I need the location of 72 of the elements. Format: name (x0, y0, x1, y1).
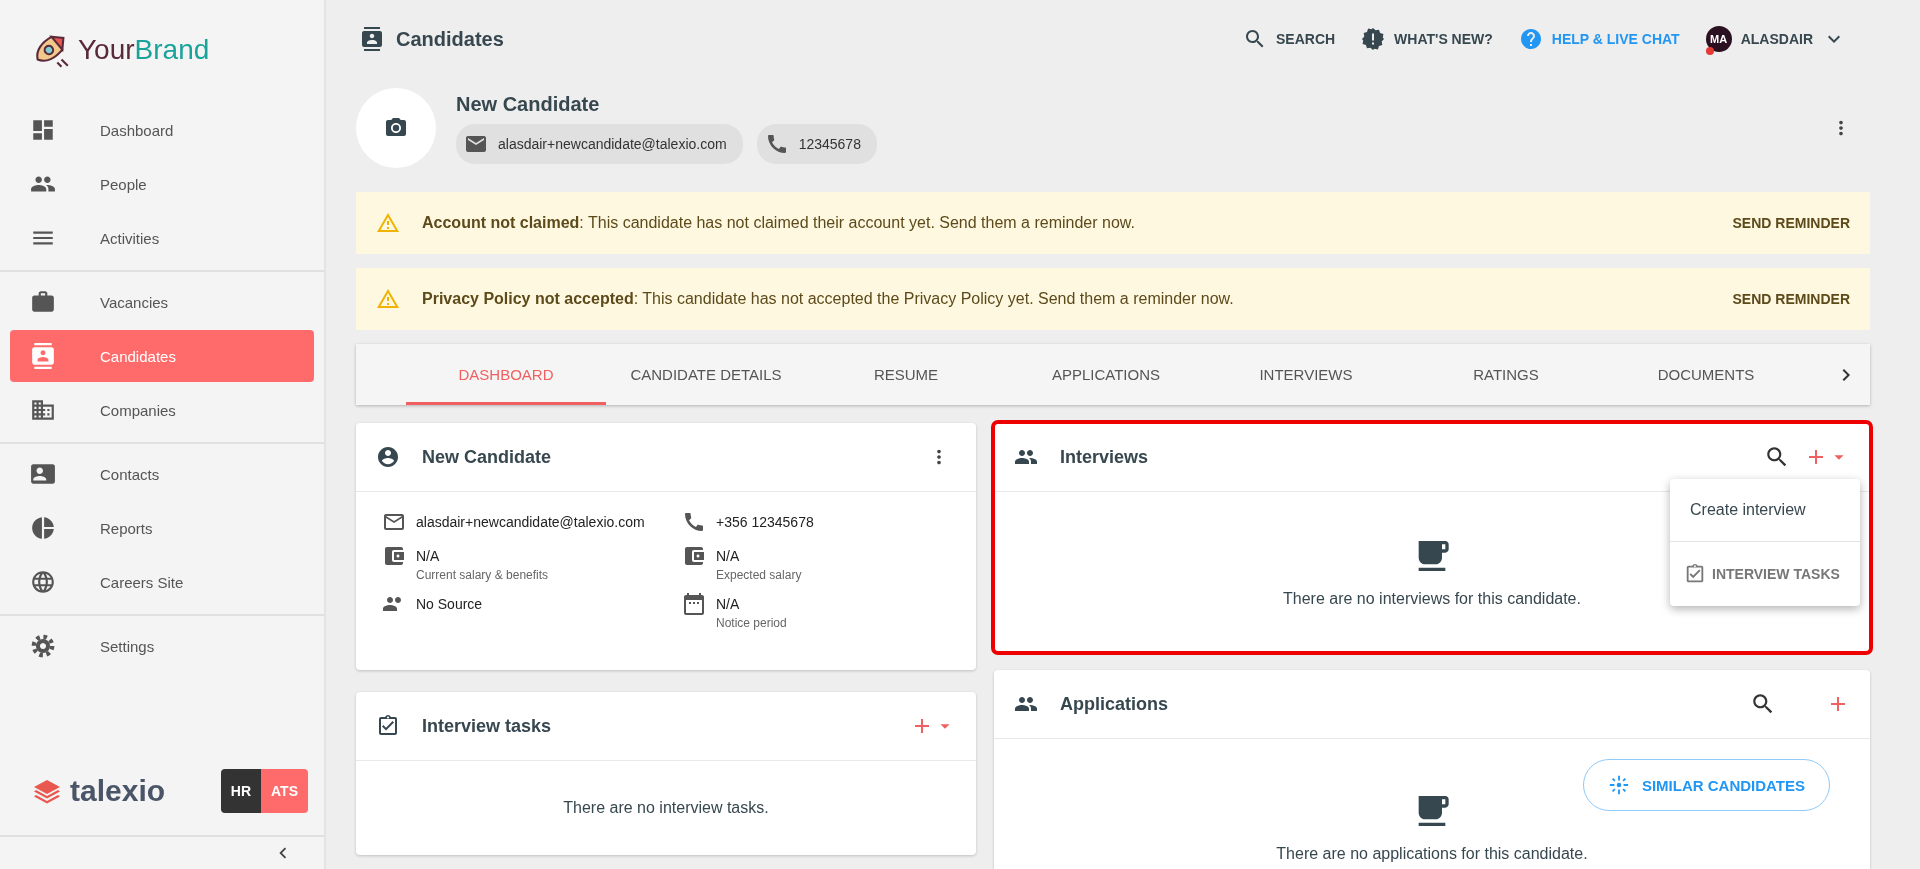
warning-message: Privacy Policy not accepted: This candidate has not accepted the Privacy Policy yet. Send them a reminder now. (422, 290, 1235, 308)
tab[interactable]: RESUME (806, 344, 1006, 405)
detail-value: No Source (416, 595, 483, 614)
detail-caption: Current salary & benefits (416, 568, 549, 582)
menu-item[interactable]: Create interview (1670, 479, 1860, 541)
warning-message: Account not claimed: This candidate has not claimed their account yet. Send them a reminder now. (422, 214, 1136, 232)
wallet-icon (682, 544, 706, 568)
contact-card-icon (30, 461, 56, 487)
header-link[interactable]: WHAT'S NEW? (1361, 27, 1493, 51)
menu-item[interactable]: INTERVIEW TASKS (1670, 542, 1860, 606)
user-menu[interactable]: MA ALASDAIR (1705, 26, 1846, 52)
card-title: Interviews (1060, 446, 1150, 468)
empty-message: There are no applications for this candidate. (1276, 844, 1588, 863)
help-icon (1518, 27, 1543, 51)
header-link[interactable]: SEARCH (1243, 27, 1336, 51)
detail-value: alasdair+newcandidate@talexio.com (416, 513, 645, 532)
layers-logo-icon (32, 777, 62, 805)
sidebar-item[interactable]: Contacts (10, 448, 314, 500)
candidate-name: New Candidate (456, 92, 601, 116)
pie-chart-icon (30, 515, 56, 541)
sidebar-item[interactable]: Reports (10, 502, 314, 554)
briefcase-icon (30, 289, 56, 315)
send-reminder-button[interactable]: SEND REMINDER (1732, 291, 1850, 307)
detail-value: N/A (716, 547, 741, 566)
sparkle-icon (1607, 774, 1630, 796)
card-title: New Candidate (422, 446, 553, 468)
warning-icon (376, 211, 400, 235)
card-title: Applications (1060, 693, 1169, 715)
account-icon (376, 445, 400, 469)
detail-value: N/A (716, 595, 741, 614)
phone-chip[interactable]: 12345678 (756, 123, 877, 164)
empty-message: There are no interview tasks. (563, 799, 769, 817)
sidebar-item[interactable]: Companies (10, 384, 314, 436)
dashboard-icon (30, 117, 56, 143)
brand-name-second: Brand (134, 34, 210, 66)
card-title: Interview tasks (422, 715, 553, 737)
tab[interactable]: INTERVIEWS (1206, 344, 1406, 405)
detail-value: +356 12345678 (716, 513, 814, 532)
contact-card-icon (360, 27, 384, 51)
contact-card-icon (30, 343, 56, 369)
calendar-icon (682, 592, 706, 616)
brand-name-first: Your (78, 34, 135, 66)
sidebar-item[interactable]: Settings (10, 620, 314, 672)
tab[interactable]: RATINGS (1406, 344, 1606, 405)
send-reminder-button[interactable]: SEND REMINDER (1732, 215, 1850, 231)
sidebar-item[interactable]: Activities (10, 212, 314, 264)
clipboard-check-icon (1684, 563, 1706, 585)
sidebar-item[interactable]: Dashboard (10, 104, 314, 156)
mode-toggle[interactable]: HR (220, 769, 262, 813)
email-chip[interactable]: alasdair+newcandidate@talexio.com (456, 123, 743, 164)
badge-alert-icon (1361, 27, 1386, 51)
empty-message: There are no interviews for this candidate. (1283, 590, 1581, 608)
status-dot-icon (1705, 47, 1714, 55)
avatar-initials: MA (1705, 26, 1732, 52)
product-logo-text: talexio (70, 774, 166, 808)
tab[interactable]: APPLICATIONS (1006, 344, 1206, 405)
wallet-icon (382, 544, 406, 568)
detail-caption: Expected salary (716, 568, 802, 582)
sidebar-item[interactable]: People (10, 158, 314, 210)
warning-icon (376, 287, 400, 311)
tab[interactable]: DOCUMENTS (1606, 344, 1806, 405)
sidebar-item[interactable]: Careers Site (10, 556, 314, 608)
clipboard-check-icon (376, 714, 400, 738)
tab[interactable]: CANDIDATE DETAILS (606, 344, 806, 405)
sidebar-item[interactable]: Vacancies (10, 276, 314, 328)
phone-icon (682, 510, 706, 534)
building-icon (30, 397, 56, 423)
detail-value: N/A (416, 547, 441, 566)
settings-icon (30, 633, 56, 659)
globe-icon (30, 569, 56, 595)
detail-caption: Notice period (716, 616, 787, 630)
page-title: Candidates (396, 27, 504, 51)
